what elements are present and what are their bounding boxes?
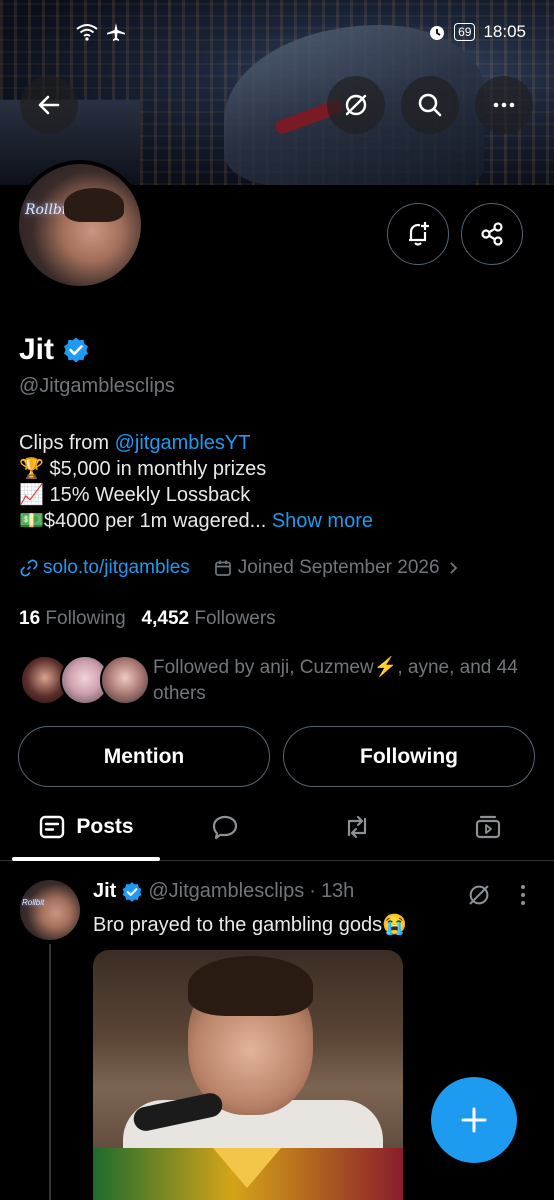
compose-button[interactable] bbox=[431, 1077, 517, 1163]
battery-indicator: 69 bbox=[454, 23, 476, 41]
profile-tabs: Posts bbox=[0, 795, 554, 861]
notifications-button[interactable] bbox=[387, 203, 449, 265]
tab-media[interactable] bbox=[453, 795, 523, 859]
media-game-overlay bbox=[93, 1148, 403, 1200]
show-more-link[interactable]: Show more bbox=[272, 510, 373, 532]
mention-button[interactable]: Mention bbox=[18, 726, 270, 787]
joined-date[interactable]: Joined September 2026 bbox=[214, 557, 460, 579]
post-author-name[interactable]: Jit bbox=[93, 880, 116, 903]
profile-name-text: Jit bbox=[19, 333, 55, 366]
followed-by-row[interactable]: Followed by anji, Cuzmew⚡, ayne, and 44 … bbox=[20, 653, 540, 709]
post-time: 13h bbox=[320, 880, 355, 902]
calendar-icon bbox=[214, 560, 231, 576]
post-avatar[interactable]: Rollbit bbox=[20, 880, 80, 940]
alarm-icon bbox=[430, 26, 445, 40]
grok-button[interactable] bbox=[327, 76, 385, 134]
following-count-link[interactable]: 16 Following bbox=[19, 608, 126, 629]
verified-badge-icon bbox=[64, 337, 89, 363]
link-icon bbox=[20, 559, 38, 577]
following-label: Following bbox=[45, 608, 126, 629]
tab-posts[interactable]: Posts bbox=[12, 795, 160, 861]
status-bar: 69 18:05 bbox=[0, 20, 554, 48]
joined-text: Joined September 2026 bbox=[237, 557, 440, 578]
profile-bio: Clips from @jitgamblesYT 🏆 $5,000 in mon… bbox=[19, 430, 373, 534]
post-header: Jit @Jitgamblesclips · 13h bbox=[93, 880, 354, 903]
tab-posts-label: Posts bbox=[76, 815, 134, 838]
more-options-button[interactable] bbox=[475, 76, 533, 134]
followers-count-link[interactable]: 4,452 Followers bbox=[142, 608, 276, 629]
status-right: 69 18:05 bbox=[428, 22, 526, 42]
profile-avatar[interactable]: Rollbit bbox=[15, 160, 145, 290]
avatar-hair bbox=[64, 188, 124, 222]
bio-line-4-text: 💵$4000 per 1m wagered... bbox=[19, 510, 267, 532]
no-show-icon bbox=[469, 885, 489, 905]
post-media-video[interactable] bbox=[93, 950, 403, 1200]
bio-mention-link[interactable]: @jitgamblesYT bbox=[115, 432, 251, 454]
airplane-icon bbox=[107, 23, 125, 41]
search-icon bbox=[418, 93, 442, 117]
bio-line-2: 🏆 $5,000 in monthly prizes bbox=[19, 458, 267, 480]
thread-line bbox=[49, 944, 51, 1200]
profile-name: Jit bbox=[19, 333, 90, 367]
post-separator: · bbox=[309, 880, 316, 902]
no-show-icon bbox=[345, 94, 367, 116]
bio-line-3: 📈 15% Weekly Lossback bbox=[19, 484, 251, 506]
share-icon bbox=[481, 222, 503, 246]
notification-add-icon bbox=[409, 222, 429, 246]
followers-count: 4,452 bbox=[141, 608, 190, 629]
follow-counts: 16 Following 4,452 Followers bbox=[19, 608, 276, 630]
status-left bbox=[76, 22, 126, 42]
replies-tab-icon bbox=[212, 815, 238, 840]
follower-avatar-3 bbox=[100, 655, 150, 705]
verified-badge-icon bbox=[122, 881, 142, 902]
post-text: Bro prayed to the gambling gods😭 bbox=[93, 914, 407, 936]
repost-tab-icon bbox=[347, 815, 367, 839]
back-button[interactable] bbox=[20, 76, 78, 134]
website-text: solo.to/jitgambles bbox=[43, 557, 190, 578]
bio-line-1: Clips from @jitgamblesYT bbox=[19, 430, 373, 456]
post-more-button[interactable] bbox=[516, 882, 530, 913]
followers-label: Followers bbox=[194, 608, 276, 629]
more-icon bbox=[493, 102, 515, 108]
profile-meta: solo.to/jitgambles Joined September 2026 bbox=[19, 557, 460, 579]
bio-line-4: 💵$4000 per 1m wagered... Show more bbox=[19, 508, 373, 534]
share-button[interactable] bbox=[461, 203, 523, 265]
profile-website-link[interactable]: solo.to/jitgambles bbox=[19, 557, 190, 579]
back-arrow-icon bbox=[38, 95, 60, 115]
post-author-handle: @Jitgamblesclips bbox=[148, 880, 305, 902]
following-count: 16 bbox=[19, 608, 41, 629]
tab-reposts[interactable] bbox=[322, 795, 392, 859]
status-time: 18:05 bbox=[483, 22, 526, 41]
tab-replies[interactable] bbox=[190, 795, 260, 859]
search-button[interactable] bbox=[401, 76, 459, 134]
posts-tab-icon bbox=[40, 815, 65, 839]
wifi-icon bbox=[76, 24, 98, 41]
bio-prefix: Clips from bbox=[19, 432, 115, 454]
following-button[interactable]: Following bbox=[283, 726, 535, 787]
vertical-more-icon bbox=[521, 885, 525, 905]
profile-handle: @Jitgamblesclips bbox=[19, 375, 175, 397]
compose-plus-icon bbox=[461, 1107, 487, 1133]
chevron-right-icon bbox=[449, 562, 457, 574]
followed-by-text: Followed by anji, Cuzmew⚡, ayne, and 44 … bbox=[153, 657, 518, 704]
post-avatar-neon-sign: Rollbit bbox=[22, 898, 45, 907]
post-grok-button[interactable] bbox=[466, 882, 492, 913]
media-hair bbox=[188, 956, 313, 1016]
media-tab-icon bbox=[475, 815, 501, 839]
avatar-image: Rollbit bbox=[19, 164, 141, 286]
